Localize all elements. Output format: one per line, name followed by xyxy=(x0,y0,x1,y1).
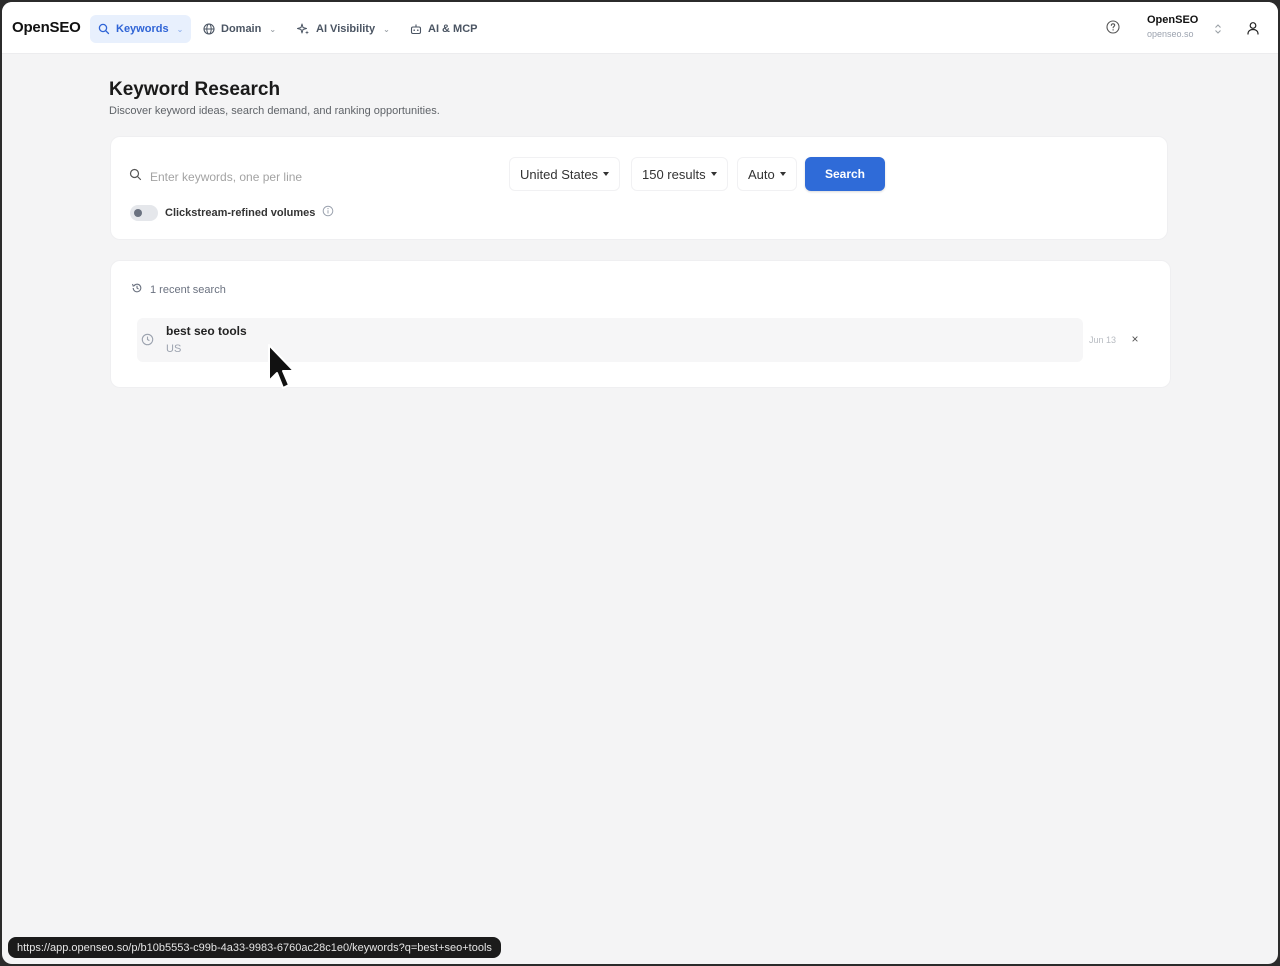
clock-icon xyxy=(141,333,154,351)
mode-select[interactable]: Auto xyxy=(737,157,797,191)
chevron-down-icon: ⌄ xyxy=(383,24,390,34)
top-navigation-bar: OpenSEO Keywords ⌄ Domain ⌄ AI Visibilit… xyxy=(2,2,1278,54)
nav-keywords[interactable]: Keywords ⌄ xyxy=(90,15,192,43)
mouse-pointer xyxy=(267,343,297,396)
link-preview-status-bar: https://app.openseo.so/p/b10b5553-c99b-4… xyxy=(8,937,501,958)
history-icon xyxy=(131,282,143,297)
robot-icon xyxy=(410,23,422,35)
chevron-down-icon: ⌄ xyxy=(269,24,277,34)
brand-logo[interactable]: OpenSEO xyxy=(12,19,81,36)
mode-select-value: Auto xyxy=(748,166,775,182)
keyword-search-card: Enter keywords, one per line United Stat… xyxy=(110,136,1168,240)
clickstream-toggle-label: Clickstream-refined volumes xyxy=(165,207,316,219)
results-count-select[interactable]: 150 results xyxy=(631,157,728,191)
recent-searches-count: 1 recent search xyxy=(150,283,226,296)
sparkles-icon xyxy=(297,23,310,36)
remove-recent-search-button[interactable]: × xyxy=(1128,332,1142,346)
help-circle-icon xyxy=(1106,19,1120,39)
nav-ai-visibility[interactable]: AI Visibility ⌄ xyxy=(289,15,398,43)
info-icon[interactable] xyxy=(322,204,334,222)
country-select-value: United States xyxy=(520,166,599,182)
page-subtitle: Discover keyword ideas, search demand, a… xyxy=(109,105,440,117)
country-select[interactable]: United States xyxy=(509,157,621,191)
app-window: OpenSEO Keywords ⌄ Domain ⌄ AI Visibilit… xyxy=(2,2,1278,964)
nav-domain-label: Domain xyxy=(221,23,262,35)
nav-keywords-label: Keywords xyxy=(116,23,169,35)
search-icon xyxy=(98,23,110,35)
caret-down-icon xyxy=(779,172,786,176)
nav-domain[interactable]: Domain ⌄ xyxy=(195,15,284,43)
nav-ai-mcp[interactable]: AI & MCP xyxy=(402,15,486,43)
toggle-knob xyxy=(134,209,142,217)
keywords-input-placeholder: Enter keywords, one per line xyxy=(150,170,303,184)
page-title: Keyword Research xyxy=(109,79,281,100)
search-button[interactable]: Search xyxy=(805,157,885,191)
close-icon: × xyxy=(1131,332,1139,346)
user-icon xyxy=(1246,21,1260,40)
recent-search-date: Jun 13 xyxy=(1089,335,1117,345)
nav-ai-visibility-label: AI Visibility xyxy=(316,23,376,35)
organization-switcher[interactable]: OpenSEO openseo.so xyxy=(1142,12,1226,46)
help-button[interactable] xyxy=(1103,19,1123,39)
clickstream-toggle-row: Clickstream-refined volumes xyxy=(130,204,334,222)
globe-icon xyxy=(203,23,215,35)
search-icon xyxy=(129,168,142,186)
nav-ai-mcp-label: AI & MCP xyxy=(428,23,478,35)
clickstream-toggle[interactable] xyxy=(130,205,158,221)
recent-search-keyword: best seo tools xyxy=(166,324,247,338)
caret-down-icon xyxy=(603,172,610,176)
chevron-down-icon: ⌄ xyxy=(176,24,184,34)
chevrons-up-down-icon xyxy=(1214,22,1222,40)
results-count-value: 150 results xyxy=(642,166,706,182)
keywords-input[interactable]: Enter keywords, one per line xyxy=(129,163,499,191)
recent-search-location: US xyxy=(166,343,182,355)
user-menu-button[interactable] xyxy=(1242,19,1264,41)
recent-searches-header: 1 recent search xyxy=(131,282,226,297)
caret-down-icon xyxy=(710,172,717,176)
